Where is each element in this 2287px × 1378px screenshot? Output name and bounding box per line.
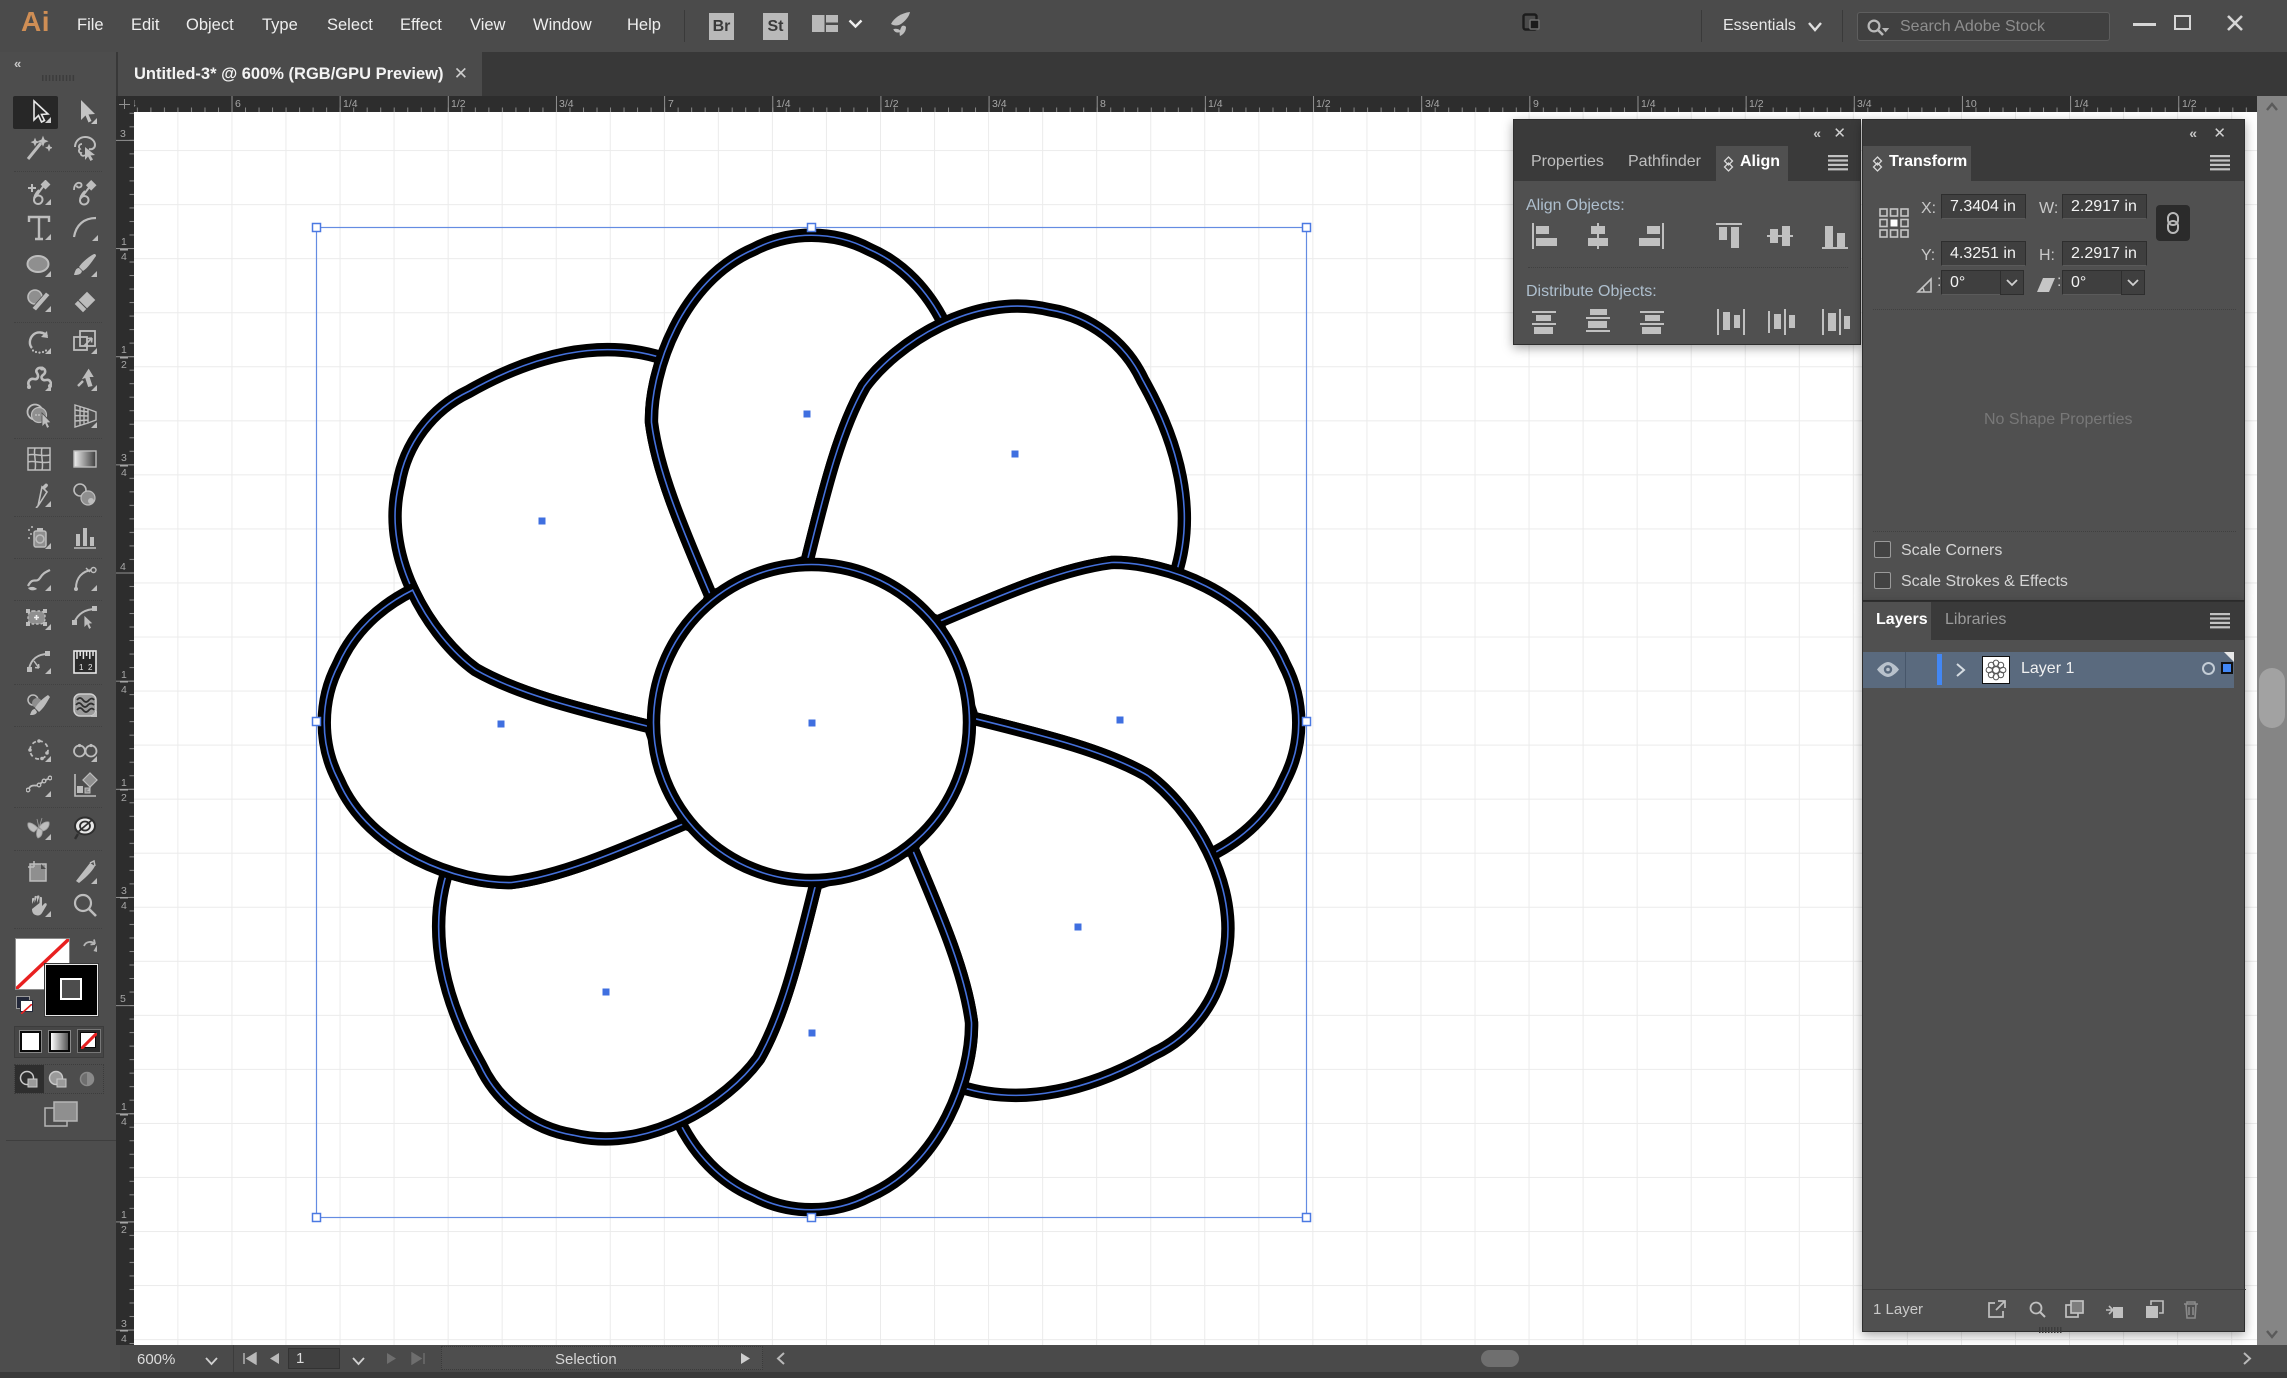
svg-text:1/4: 1/4	[2074, 98, 2089, 110]
svg-text:1: 1	[121, 669, 127, 681]
svg-text:1/4: 1/4	[1641, 98, 1656, 110]
svg-text:1/2: 1/2	[884, 98, 899, 110]
svg-text:6: 6	[235, 98, 241, 110]
svg-text:8: 8	[1100, 98, 1106, 110]
svg-text:3: 3	[121, 1318, 127, 1330]
svg-text:1: 1	[121, 236, 127, 248]
svg-text:4: 4	[120, 561, 126, 573]
svg-text:4: 4	[121, 1333, 127, 1345]
svg-text:1/4: 1/4	[343, 98, 358, 110]
svg-text:1/2: 1/2	[451, 98, 466, 110]
svg-text:3: 3	[121, 885, 127, 897]
svg-text:10: 10	[1965, 98, 1977, 110]
svg-text:1: 1	[121, 1101, 127, 1113]
svg-text:3/4: 3/4	[992, 98, 1007, 110]
svg-text:4: 4	[121, 900, 127, 912]
svg-text:1: 1	[121, 344, 127, 356]
svg-text:1/4: 1/4	[776, 98, 791, 110]
svg-text:1: 1	[121, 1209, 127, 1221]
svg-text:7: 7	[668, 98, 674, 110]
svg-text:4: 4	[121, 684, 127, 696]
svg-text:2: 2	[121, 792, 127, 804]
svg-text:5: 5	[120, 993, 126, 1005]
svg-text:9: 9	[1533, 98, 1539, 110]
svg-text:3/4: 3/4	[1857, 98, 1872, 110]
svg-text:3/4: 3/4	[1425, 98, 1440, 110]
svg-text:3: 3	[120, 128, 126, 140]
svg-text:1/2: 1/2	[1316, 98, 1331, 110]
svg-text:4: 4	[121, 1116, 127, 1128]
svg-text:2: 2	[121, 1224, 127, 1236]
svg-text:1/2: 1/2	[1749, 98, 1764, 110]
svg-text:4: 4	[121, 467, 127, 479]
svg-text:2: 2	[121, 359, 127, 371]
svg-text:3: 3	[121, 452, 127, 464]
svg-text:1/2: 1/2	[2182, 98, 2197, 110]
svg-text:3/4: 3/4	[559, 98, 574, 110]
svg-text:1/4: 1/4	[1208, 98, 1223, 110]
svg-text:1: 1	[121, 777, 127, 789]
svg-text:4: 4	[121, 251, 127, 263]
